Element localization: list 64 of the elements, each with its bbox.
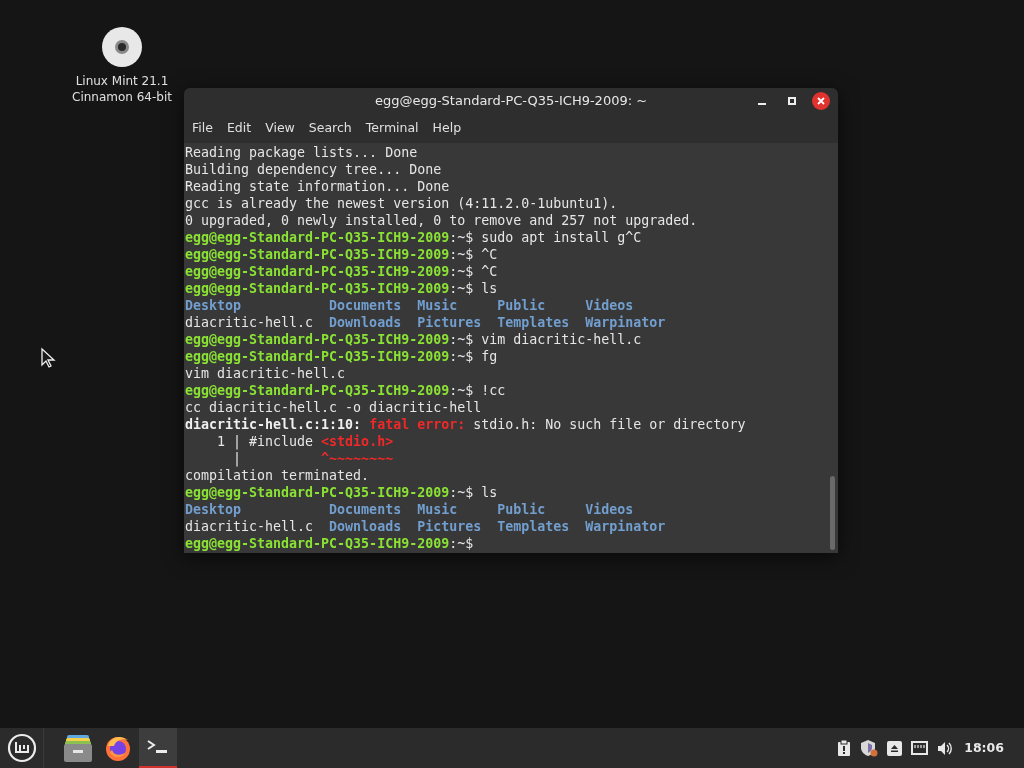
terminal-line: diacritic-hell.c:1:10: fatal error: stdio.h: No such file or directory — [185, 416, 746, 433]
window-title: egg@egg-Standard-PC-Q35-ICH9-2009: ~ — [374, 92, 648, 111]
directory-name: Music — [417, 502, 458, 517]
terminal-line: egg@egg-Standard-PC-Q35-ICH9-2009:~$ ls — [185, 280, 498, 297]
directory-name: Music — [417, 298, 458, 313]
terminal-line: egg@egg-Standard-PC-Q35-ICH9-2009:~$ ^C — [185, 246, 498, 263]
mouse-pointer-icon — [40, 347, 58, 369]
menu-item[interactable]: View — [265, 119, 295, 138]
directory-name: Warpinator — [585, 519, 666, 534]
scrollbar-thumb[interactable] — [830, 476, 835, 550]
close-icon — [817, 97, 825, 105]
menu-item[interactable]: Search — [308, 119, 352, 138]
directory-name: Downloads — [329, 315, 402, 330]
directory-name: Videos — [585, 298, 634, 313]
terminal-line: Reading state information... Done — [185, 178, 450, 195]
network-icon[interactable] — [911, 741, 929, 755]
taskbar-app-button[interactable] — [139, 728, 177, 768]
directory-name: Pictures — [417, 315, 482, 330]
fox-globe-icon — [104, 734, 132, 762]
terminal-line: egg@egg-Standard-PC-Q35-ICH9-2009:~$ — [185, 535, 474, 552]
directory-name: Pictures — [417, 519, 482, 534]
terminal-line: egg@egg-Standard-PC-Q35-ICH9-2009:~$ fg — [185, 348, 498, 365]
terminal-line: compilation terminated. — [185, 467, 370, 484]
menu-item[interactable]: Terminal — [365, 119, 419, 138]
desktop-icon-label[interactable]: Linux Mint 21.1 Cinnamon 64-bit — [72, 73, 172, 105]
directory-name: Desktop — [185, 298, 242, 313]
terminal-line: cc diacritic-hell.c -o diacritic-hell — [185, 399, 482, 416]
directory-name: Templates — [497, 519, 570, 534]
close-button[interactable] — [812, 92, 830, 110]
directory-name: Documents — [329, 298, 402, 313]
leaf-logo-icon — [6, 733, 37, 763]
file-cabinet-icon — [63, 734, 93, 762]
terminal-line: egg@egg-Standard-PC-Q35-ICH9-2009:~$ ^C — [185, 263, 498, 280]
terminal-line: gcc is already the newest version (4:11.2.0-1ubuntu1). — [185, 195, 618, 212]
terminal-line: | ^~~~~~~~~ — [232, 450, 394, 467]
directory-name: Documents — [329, 502, 402, 517]
terminal-line: 0 upgraded, 0 newly installed, 0 to remove and 257 not upgraded. — [185, 212, 698, 229]
terminal-line: egg@egg-Standard-PC-Q35-ICH9-2009:~$ !cc — [185, 382, 506, 399]
terminal-line: Building dependency tree... Done — [185, 161, 442, 178]
clock[interactable]: 18:06 — [964, 738, 1004, 758]
menu-item[interactable]: Help — [432, 119, 462, 138]
directory-name: Warpinator — [585, 315, 666, 330]
eject-icon[interactable] — [887, 740, 903, 756]
menu-item[interactable]: File — [192, 119, 213, 138]
volume-icon[interactable] — [937, 740, 954, 756]
terminal-prompt-icon — [147, 740, 169, 754]
directory-name: Videos — [585, 502, 634, 517]
clipboard-alert-icon[interactable] — [837, 739, 852, 757]
shield-icon[interactable] — [860, 739, 879, 757]
disc-icon[interactable] — [102, 27, 142, 67]
terminal-line: egg@egg-Standard-PC-Q35-ICH9-2009:~$ sudo apt install g^C — [185, 229, 642, 246]
file-name: diacritic-hell.c — [185, 519, 314, 534]
directory-name: Public — [497, 298, 546, 313]
directory-name: Desktop — [185, 502, 242, 517]
terminal-line: 1 | #include <stdio.h> — [216, 433, 394, 450]
menu-item[interactable]: Edit — [226, 119, 252, 138]
directory-name: Downloads — [329, 519, 402, 534]
directory-name: Public — [497, 502, 546, 517]
terminal-line: egg@egg-Standard-PC-Q35-ICH9-2009:~$ vim diacritic-hell.c — [185, 331, 642, 348]
terminal-line: Reading package lists... Done — [185, 144, 418, 161]
terminal-line: vim diacritic-hell.c — [185, 365, 346, 382]
file-name: diacritic-hell.c — [185, 315, 314, 330]
directory-name: Templates — [497, 315, 570, 330]
terminal-line: egg@egg-Standard-PC-Q35-ICH9-2009:~$ ls — [185, 484, 498, 501]
